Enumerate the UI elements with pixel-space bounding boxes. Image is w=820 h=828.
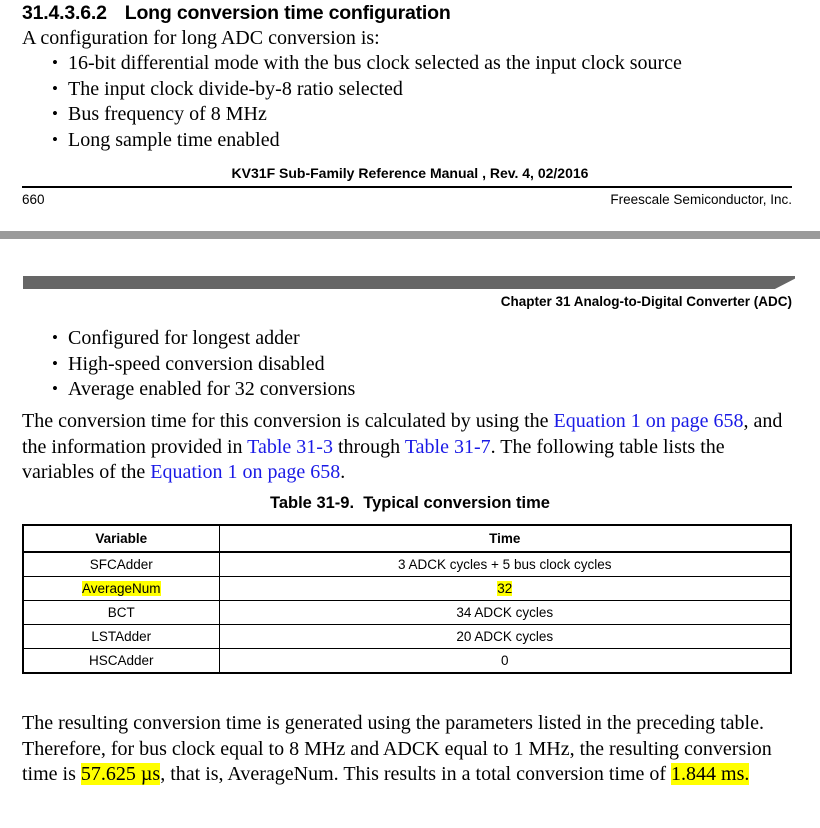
footer-divider <box>22 186 792 188</box>
chapter-header-title: Chapter 31 Analog-to-Digital Converter (… <box>500 294 792 309</box>
paragraph-text: . <box>340 461 346 483</box>
table-caption-title: Typical conversion time <box>363 494 550 512</box>
link-table-31-3[interactable]: Table 31-3 <box>247 436 333 458</box>
list-item: Configured for longest adder <box>48 325 355 352</box>
cell-text: BCT <box>107 605 135 620</box>
cell-variable: LSTAdder <box>22 624 220 649</box>
cell-time: 20 ADCK cycles <box>218 624 792 649</box>
list-item: Bus frequency of 8 MHz <box>48 101 682 128</box>
cell-time: 3 ADCK cycles + 5 bus clock cycles <box>218 551 792 577</box>
paragraph-text: through <box>332 435 405 458</box>
column-header-variable: Variable <box>22 524 220 553</box>
intro-lead-in: A configuration for long ADC conversion … <box>22 27 380 49</box>
list-item: High-speed conversion disabled <box>48 351 355 378</box>
table-row: LSTAdder 20 ADCK cycles <box>22 624 792 649</box>
highlight-conversion-time: 57.625 µs <box>80 763 161 785</box>
table-row: HSCAdder 0 <box>22 648 792 674</box>
list-item: Average enabled for 32 conversions <box>48 376 355 403</box>
cell-variable: HSCAdder <box>22 648 220 674</box>
result-paragraph: The resulting conversion time is generat… <box>22 711 797 788</box>
table-row: SFCAdder 3 ADCK cycles + 5 bus clock cyc… <box>22 551 792 577</box>
table-row: AverageNum 32 <box>22 576 792 601</box>
document-page: 31.4.3.6.2 Long conversion time configura… <box>0 0 820 828</box>
cell-time: 32 <box>218 576 792 601</box>
section-number: 31.4.3.6.2 <box>22 2 107 24</box>
link-equation-1-a[interactable]: Equation 1 on page 658 <box>554 410 744 432</box>
link-table-31-7[interactable]: Table 31-7 <box>405 436 491 458</box>
intro-bullet-list: 16-bit differential mode with the bus cl… <box>48 50 682 154</box>
continued-bullet-list: Configured for longest adder High-speed … <box>48 325 355 403</box>
column-header-time: Time <box>218 524 792 553</box>
paragraph-text: The conversion time for this conversion … <box>22 410 554 432</box>
conversion-paragraph: The conversion time for this conversion … <box>22 409 794 486</box>
cell-text: SFCAdder <box>89 557 153 572</box>
cell-text: 34 ADCK cycles <box>456 605 554 620</box>
cell-variable: SFCAdder <box>22 551 220 577</box>
list-item: The input clock divide-by-8 ratio select… <box>48 76 682 103</box>
cell-text: 20 ADCK cycles <box>456 629 554 644</box>
section-heading: 31.4.3.6.2 Long conversion time configura… <box>22 2 451 25</box>
cell-text: LSTAdder <box>91 629 152 644</box>
table-caption-label: Table 31-9. <box>269 494 355 512</box>
table-header-row: Variable Time <box>22 524 792 553</box>
table-row: BCT 34 ADCK cycles <box>22 600 792 625</box>
cell-time: 34 ADCK cycles <box>218 600 792 625</box>
cell-time: 0 <box>218 648 792 674</box>
list-item: 16-bit differential mode with the bus cl… <box>48 50 682 77</box>
cell-text-highlighted: 32 <box>497 581 513 596</box>
paragraph-text: , that is, AverageNum. This results in a… <box>160 763 672 785</box>
table-caption: Table 31-9. Typical conversion time <box>0 494 820 513</box>
footer-company: Freescale Semiconductor, Inc. <box>610 192 792 207</box>
conversion-time-table: Variable Time SFCAdder 3 ADCK cycles + 5… <box>22 524 792 674</box>
cell-text: 3 ADCK cycles + 5 bus clock cycles <box>398 557 612 572</box>
footer-page-number: 660 <box>22 192 45 207</box>
link-equation-1-b[interactable]: Equation 1 on page 658 <box>150 461 340 483</box>
list-item: Long sample time enabled <box>48 127 682 154</box>
cell-text: HSCAdder <box>88 653 154 668</box>
cell-text: 0 <box>500 653 509 668</box>
cell-text-highlighted: AverageNum <box>81 581 161 596</box>
section-title: Long conversion time configuration <box>124 2 451 24</box>
highlight-total-time: 1.844 ms. <box>671 763 750 785</box>
footer-manual-title: KV31F Sub-Family Reference Manual , Rev.… <box>231 165 589 181</box>
cell-variable: AverageNum <box>22 576 220 601</box>
page-break-band <box>0 231 820 239</box>
cell-variable: BCT <box>22 600 220 625</box>
chapter-banner-bar <box>23 276 795 289</box>
